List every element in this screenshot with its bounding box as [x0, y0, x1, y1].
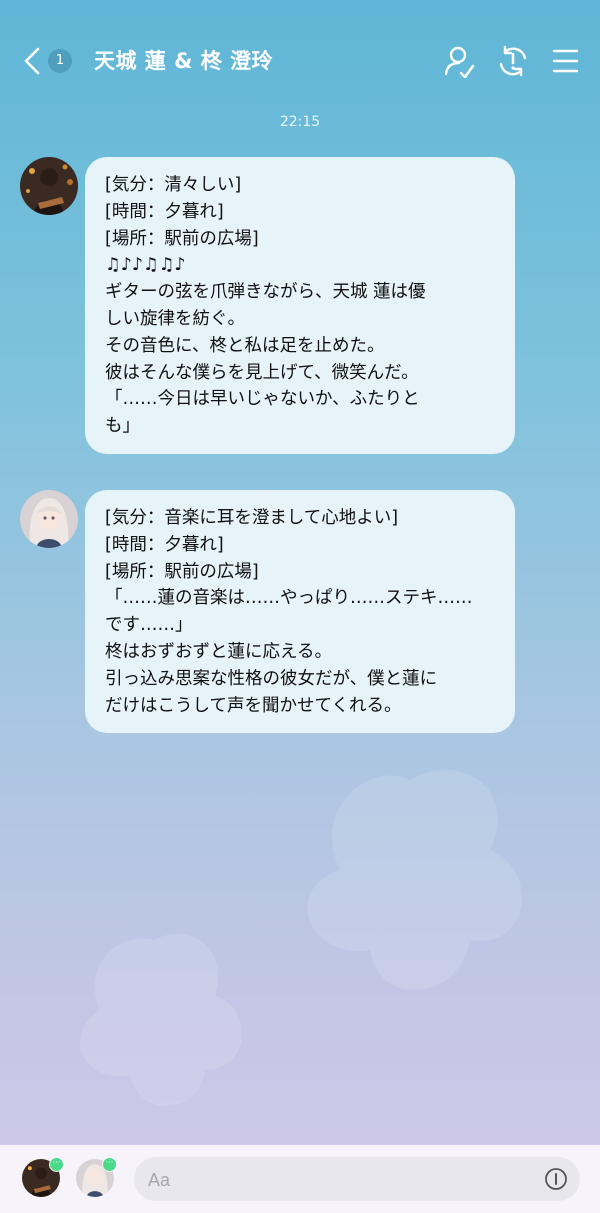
message-line: その音色に、柊と私は足を止めた。 [105, 335, 385, 356]
message-bubble: [気分：清々しい] [時間：夕暮れ] [場所：駅前の広場] ♫♪♪♫♫♪ ギター… [85, 157, 515, 454]
message-line: 「……蓮の音楽は……やっぱり……ステキ…… [105, 588, 473, 609]
background-clover-shape-small [79, 933, 243, 1107]
message-line: [気分：清々しい] [105, 175, 242, 195]
add-friend-icon[interactable] [442, 44, 476, 78]
status-badge: ··· [49, 1157, 64, 1172]
message-line: [場所：駅前の広場] [105, 228, 259, 249]
message-line: しい旋律を紡ぐ。 [105, 308, 245, 329]
message-input-container[interactable] [134, 1157, 580, 1201]
message-bubble: [気分：音楽に耳を澄まして心地よい] [時間：夕暮れ] [場所：駅前の広場] 「… [85, 490, 515, 734]
message-line: [場所：駅前の広場] [105, 561, 259, 582]
message-line: も」 [105, 416, 140, 437]
chat-header: 1 天城 蓮 & 柊 澄玲 [0, 0, 600, 122]
message-input[interactable] [146, 1163, 530, 1197]
message-line: 彼はそんな僕らを見上げて、微笑んだ。 [105, 362, 419, 383]
message-line: ♫♪♪♫♫♪ [105, 255, 186, 276]
avatar[interactable] [20, 490, 78, 548]
message-line: [時間：夕暮れ] [105, 534, 224, 555]
message-line: 引っ込み思案な性格の彼女だが、僕と蓮に [105, 668, 438, 689]
background-clover-shape-large [307, 769, 523, 991]
message-timestamp: 22:15 [279, 114, 321, 130]
info-icon[interactable] [544, 1167, 568, 1191]
message-line: 「……今日は早いじゃないか、ふたりと [105, 389, 420, 410]
back-chevron-icon[interactable] [16, 44, 50, 78]
chat-title: 天城 蓮 & 柊 澄玲 [94, 49, 274, 73]
message-line: だけはこうして声を聞かせてくれる。 [105, 695, 402, 716]
avatar[interactable] [20, 157, 78, 215]
message-line: [時間：夕暮れ] [105, 201, 224, 222]
message-line: 柊はおずおずと蓮に応える。 [105, 641, 332, 662]
message-input-bar: ··· ··· [0, 1145, 600, 1213]
menu-icon[interactable] [548, 44, 582, 78]
unread-count-badge[interactable]: 1 [48, 49, 72, 73]
message-line: です……」 [105, 615, 193, 636]
message-line: ギターの弦を爪弾きながら、天城 蓮は優 [105, 282, 426, 303]
status-badge: ··· [102, 1157, 117, 1172]
sync-alert-icon[interactable] [496, 44, 530, 78]
message-line: [気分：音楽に耳を澄まして心地よい] [105, 508, 399, 528]
